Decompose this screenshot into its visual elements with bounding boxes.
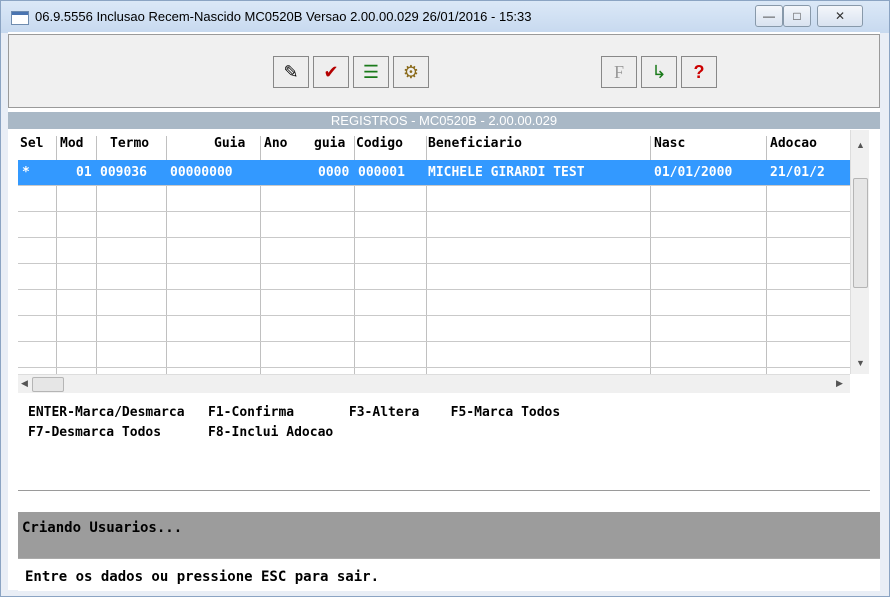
exit-button[interactable]: ↳ xyxy=(641,56,677,88)
table-row[interactable] xyxy=(18,264,850,290)
prompt-message: Entre os dados ou pressione ESC para sai… xyxy=(25,569,380,585)
gears-icon: ⚙ xyxy=(402,61,420,82)
cell-adocao: 21/01/2 xyxy=(770,165,825,180)
column-header-nasc[interactable]: Nasc xyxy=(654,136,685,154)
cell-codigo: 000001 xyxy=(358,165,405,180)
maximize-icon: □ xyxy=(793,9,801,23)
scroll-right-icon[interactable]: ▶ xyxy=(836,378,843,389)
column-header-ano[interactable]: Ano xyxy=(264,136,287,154)
records-grid[interactable]: Sel Mod Termo Guia Ano guia Codigo Benef… xyxy=(18,130,850,374)
column-header-adocao[interactable]: Adocao xyxy=(770,136,817,154)
scroll-down-icon[interactable]: ▼ xyxy=(856,358,865,368)
table-row[interactable] xyxy=(18,316,850,342)
column-header-beneficiario[interactable]: Beneficiario xyxy=(428,136,522,154)
toolbar: ✎ ✔ ☰ ⚙ F ↳ ? xyxy=(8,34,880,108)
cell-mod: 01 xyxy=(76,165,92,180)
cell-nasc: 01/01/2000 xyxy=(654,165,733,180)
filter-icon: F xyxy=(613,61,624,82)
exit-door-icon: ↳ xyxy=(651,61,667,82)
help-icon: ? xyxy=(693,61,705,82)
checklist-icon: ✔ xyxy=(323,61,339,82)
cell-ano-guia: 0000 xyxy=(318,165,350,180)
status-message-bar: Criando Usuarios... xyxy=(18,512,880,558)
table-row[interactable] xyxy=(18,238,850,264)
column-header-sel[interactable]: Sel xyxy=(20,136,43,154)
function-keys-line-1: ENTER-Marca/Desmarca F1-Confirma F3-Alte… xyxy=(28,405,561,420)
cell-sel: * xyxy=(22,165,30,180)
section-title: REGISTROS - MC0520B - 2.00.00.029 xyxy=(8,112,880,129)
help-button[interactable]: ? xyxy=(681,56,717,88)
function-keys-help: ENTER-Marca/Desmarca F1-Confirma F3-Alte… xyxy=(28,403,560,443)
vertical-scrollbar[interactable]: ▲ ▼ xyxy=(850,130,869,374)
minimize-icon: — xyxy=(763,9,775,23)
list-icon: ☰ xyxy=(362,61,380,82)
cell-beneficiario: MICHELE GIRARDI TEST xyxy=(428,165,585,180)
edit-paper-icon: ✎ xyxy=(283,61,299,82)
gears-button[interactable]: ⚙ xyxy=(393,56,429,88)
maximize-button[interactable]: □ xyxy=(783,5,811,27)
column-header-termo[interactable]: Termo xyxy=(110,136,149,154)
window-icon xyxy=(11,11,29,25)
list-button[interactable]: ☰ xyxy=(353,56,389,88)
cell-guia: 00000000 xyxy=(170,165,233,180)
function-keys-line-2: F7-Desmarca Todos F8-Inclui Adocao xyxy=(28,425,334,440)
vertical-scroll-thumb[interactable] xyxy=(853,178,868,288)
column-header-guia[interactable]: Guia xyxy=(214,136,245,154)
horizontal-scrollbar[interactable]: ◀ ▶ xyxy=(18,374,850,393)
title-bar: 06.9.5556 Inclusao Recem-Nascido MC0520B… xyxy=(1,1,889,33)
scroll-up-icon[interactable]: ▲ xyxy=(856,140,865,150)
column-header-codigo[interactable]: Codigo xyxy=(356,136,403,154)
filter-button[interactable]: F xyxy=(601,56,637,88)
table-row[interactable] xyxy=(18,212,850,238)
close-icon: ✕ xyxy=(834,9,846,23)
column-header-mod[interactable]: Mod xyxy=(60,136,83,154)
horizontal-scroll-thumb[interactable] xyxy=(32,377,64,392)
prompt-bar: Entre os dados ou pressione ESC para sai… xyxy=(18,558,880,591)
table-row[interactable] xyxy=(18,186,850,212)
table-row[interactable]: * 01 009036 00000000 0000 000001 MICHELE… xyxy=(18,160,850,186)
cell-termo: 009036 xyxy=(100,165,147,180)
table-row[interactable] xyxy=(18,342,850,368)
scroll-left-icon[interactable]: ◀ xyxy=(21,378,28,389)
status-message: Criando Usuarios... xyxy=(22,520,183,536)
window-title: 06.9.5556 Inclusao Recem-Nascido MC0520B… xyxy=(35,9,532,24)
column-header-ano-guia[interactable]: guia xyxy=(314,136,345,154)
divider xyxy=(18,490,870,491)
close-button[interactable]: ✕ xyxy=(817,5,863,27)
checklist-button[interactable]: ✔ xyxy=(313,56,349,88)
table-row[interactable] xyxy=(18,290,850,316)
edit-paper-button[interactable]: ✎ xyxy=(273,56,309,88)
minimize-button[interactable]: — xyxy=(755,5,783,27)
